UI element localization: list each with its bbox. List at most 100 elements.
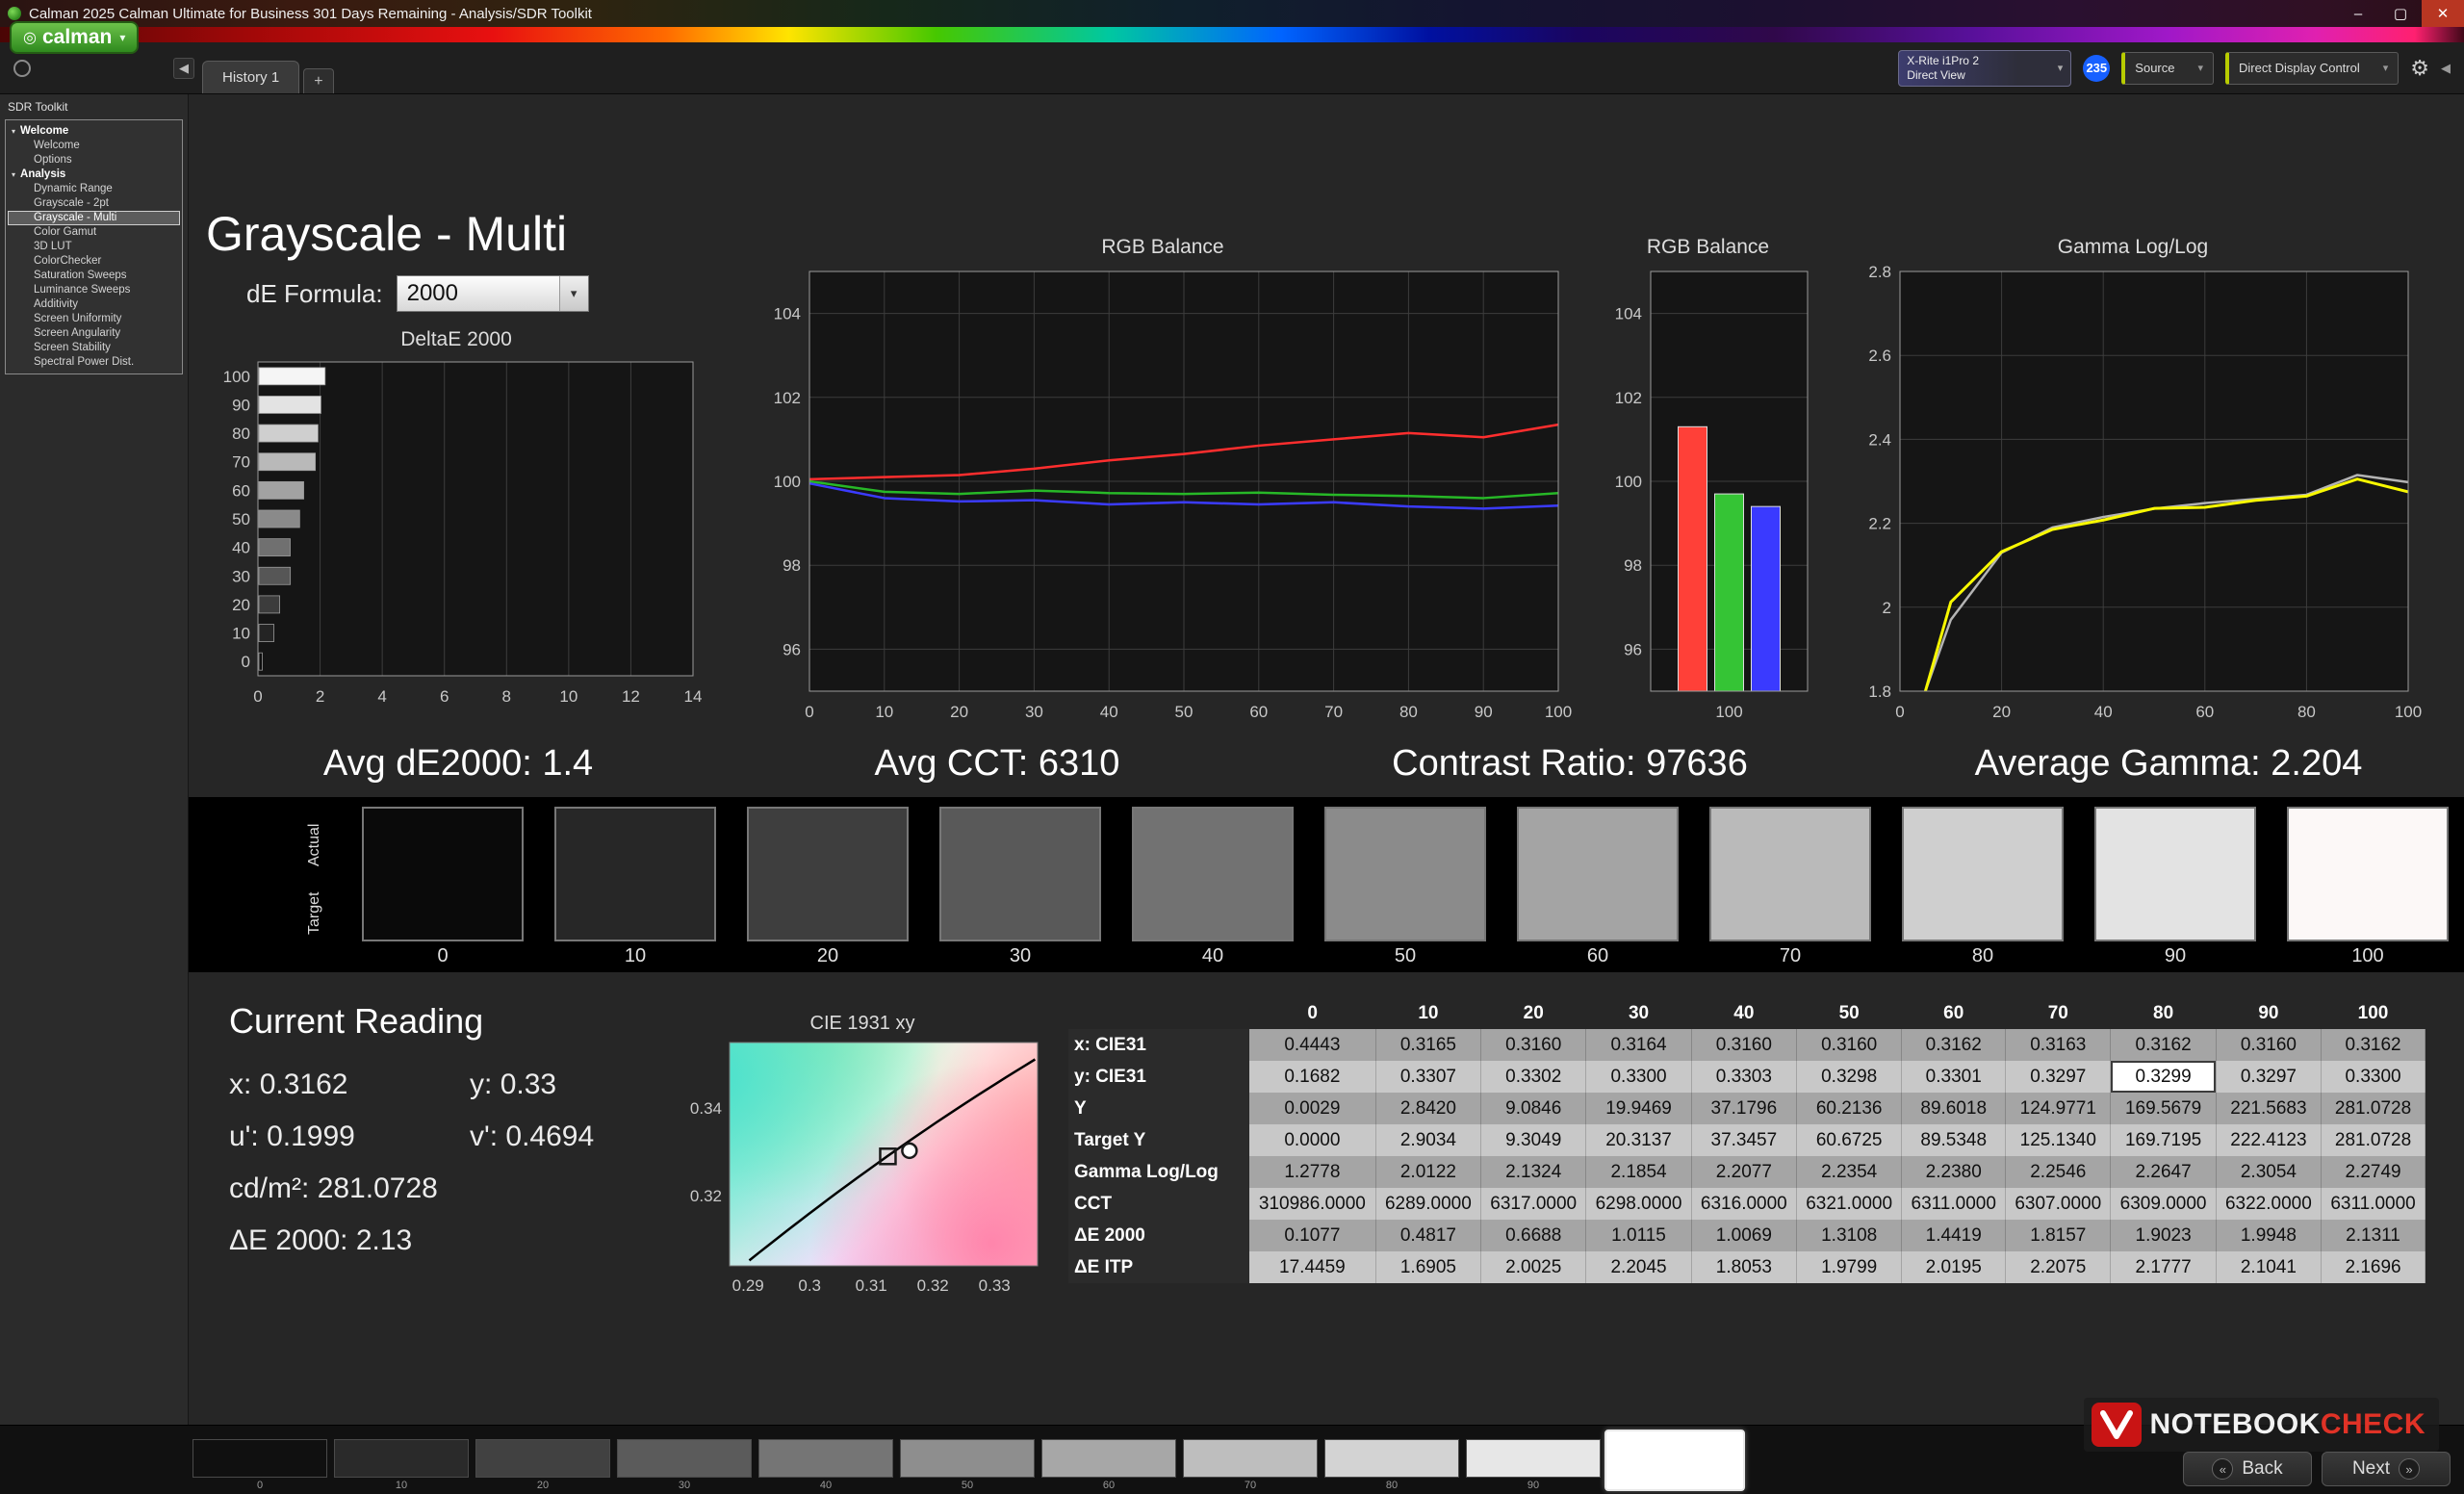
level-patch-90[interactable]: 90: [1466, 1439, 1601, 1491]
level-patch-100[interactable]: 100: [1607, 1439, 1742, 1491]
table-cell[interactable]: 0.3297: [2216, 1061, 2321, 1093]
table-cell[interactable]: 19.9469: [1586, 1093, 1691, 1124]
table-cell[interactable]: 1.3108: [1797, 1220, 1902, 1251]
table-cell[interactable]: 1.8157: [2006, 1220, 2111, 1251]
table-cell[interactable]: 6311.0000: [2322, 1188, 2426, 1220]
table-cell[interactable]: 2.1311: [2322, 1220, 2426, 1251]
table-cell[interactable]: 2.1777: [2111, 1251, 2216, 1283]
table-cell[interactable]: 169.7195: [2111, 1124, 2216, 1156]
table-cell[interactable]: 222.4123: [2216, 1124, 2321, 1156]
table-cell[interactable]: 17.4459: [1249, 1251, 1375, 1283]
workspace-circle-icon[interactable]: [13, 60, 31, 77]
de-formula-select[interactable]: 2000 ▾: [397, 275, 589, 312]
table-cell[interactable]: 281.0728: [2322, 1093, 2426, 1124]
table-cell[interactable]: 0.3160: [1797, 1029, 1902, 1061]
table-cell[interactable]: 1.9799: [1797, 1251, 1902, 1283]
sidebar-item-screen-stability[interactable]: Screen Stability: [8, 341, 180, 355]
table-cell[interactable]: 0.4443: [1249, 1029, 1375, 1061]
table-cell[interactable]: 0.3307: [1375, 1061, 1480, 1093]
meter-select-button[interactable]: X-Rite i1Pro 2 Direct View ▾: [1898, 50, 2071, 87]
table-cell[interactable]: 0.0000: [1249, 1124, 1375, 1156]
table-cell[interactable]: 2.1324: [1481, 1156, 1586, 1188]
source-select-button[interactable]: Source ▾: [2121, 52, 2214, 85]
level-patch-60[interactable]: 60: [1041, 1439, 1176, 1491]
table-cell[interactable]: 0.3162: [2322, 1029, 2426, 1061]
table-cell[interactable]: 2.3054: [2216, 1156, 2321, 1188]
table-cell[interactable]: 6311.0000: [1902, 1188, 2006, 1220]
table-cell[interactable]: 6321.0000: [1797, 1188, 1902, 1220]
table-cell[interactable]: 0.3162: [2111, 1029, 2216, 1061]
level-patch-50[interactable]: 50: [900, 1439, 1035, 1491]
level-patch-20[interactable]: 20: [475, 1439, 610, 1491]
table-cell[interactable]: 6298.0000: [1586, 1188, 1691, 1220]
table-cell[interactable]: 0.3164: [1586, 1029, 1691, 1061]
panel-collapse-icon[interactable]: ◀: [2441, 61, 2451, 76]
sidebar-item-screen-angularity[interactable]: Screen Angularity: [8, 326, 180, 341]
back-button[interactable]: « Back: [2183, 1452, 2312, 1486]
table-cell[interactable]: 281.0728: [2322, 1124, 2426, 1156]
table-cell[interactable]: 6309.0000: [2111, 1188, 2216, 1220]
table-cell[interactable]: 169.5679: [2111, 1093, 2216, 1124]
gear-icon[interactable]: ⚙: [2410, 56, 2429, 81]
table-cell[interactable]: 0.1682: [1249, 1061, 1375, 1093]
table-cell[interactable]: 6317.0000: [1481, 1188, 1586, 1220]
level-patch-40[interactable]: 40: [758, 1439, 893, 1491]
table-cell[interactable]: 89.6018: [1902, 1093, 2006, 1124]
table-cell[interactable]: 125.1340: [2006, 1124, 2111, 1156]
table-cell[interactable]: 1.0069: [1691, 1220, 1796, 1251]
table-cell[interactable]: 6322.0000: [2216, 1188, 2321, 1220]
table-cell[interactable]: 2.2077: [1691, 1156, 1796, 1188]
table-cell[interactable]: 2.0122: [1375, 1156, 1480, 1188]
sidebar-item-luminance-sweeps[interactable]: Luminance Sweeps: [8, 283, 180, 297]
table-cell[interactable]: 0.3300: [1586, 1061, 1691, 1093]
table-cell[interactable]: 89.5348: [1902, 1124, 2006, 1156]
table-cell[interactable]: 0.3160: [2216, 1029, 2321, 1061]
table-cell[interactable]: 2.2075: [2006, 1251, 2111, 1283]
sidebar-item-color-gamut[interactable]: Color Gamut: [8, 225, 180, 240]
table-cell[interactable]: 2.8420: [1375, 1093, 1480, 1124]
table-cell[interactable]: 2.1041: [2216, 1251, 2321, 1283]
next-button[interactable]: Next »: [2322, 1452, 2451, 1486]
table-cell[interactable]: 37.1796: [1691, 1093, 1796, 1124]
table-cell[interactable]: 2.2354: [1797, 1156, 1902, 1188]
level-patch-10[interactable]: 10: [334, 1439, 469, 1491]
table-cell[interactable]: 1.8053: [1691, 1251, 1796, 1283]
table-cell[interactable]: 6316.0000: [1691, 1188, 1796, 1220]
table-cell[interactable]: 1.6905: [1375, 1251, 1480, 1283]
table-cell[interactable]: 2.0025: [1481, 1251, 1586, 1283]
sidebar-item-3d-lut[interactable]: 3D LUT: [8, 240, 180, 254]
display-control-select-button[interactable]: Direct Display Control ▾: [2225, 52, 2399, 85]
sidebar-item-analysis[interactable]: ▾Analysis: [8, 167, 180, 182]
table-cell[interactable]: 6307.0000: [2006, 1188, 2111, 1220]
table-cell[interactable]: 1.9023: [2111, 1220, 2216, 1251]
table-cell[interactable]: 6289.0000: [1375, 1188, 1480, 1220]
table-cell[interactable]: 0.3163: [2006, 1029, 2111, 1061]
table-cell[interactable]: 124.9771: [2006, 1093, 2111, 1124]
level-patch-70[interactable]: 70: [1183, 1439, 1318, 1491]
minimize-button[interactable]: –: [2337, 0, 2379, 27]
table-cell[interactable]: 221.5683: [2216, 1093, 2321, 1124]
table-cell[interactable]: 1.9948: [2216, 1220, 2321, 1251]
table-cell[interactable]: 2.0195: [1902, 1251, 2006, 1283]
table-cell[interactable]: 1.0115: [1586, 1220, 1691, 1251]
table-cell[interactable]: 310986.0000: [1249, 1188, 1375, 1220]
sidebar-item-welcome[interactable]: ▾Welcome: [8, 124, 180, 139]
table-cell[interactable]: 1.4419: [1902, 1220, 2006, 1251]
table-cell[interactable]: 0.4817: [1375, 1220, 1480, 1251]
table-cell[interactable]: 2.2045: [1586, 1251, 1691, 1283]
calman-logo-button[interactable]: ◎ calman ▾: [10, 21, 139, 54]
sidebar-item-additivity[interactable]: Additivity: [8, 297, 180, 312]
table-cell[interactable]: 0.3165: [1375, 1029, 1480, 1061]
sidebar-item-grayscale-multi[interactable]: Grayscale - Multi: [8, 211, 180, 225]
level-patch-0[interactable]: 0: [192, 1439, 327, 1491]
table-cell[interactable]: 60.2136: [1797, 1093, 1902, 1124]
table-cell[interactable]: 0.3303: [1691, 1061, 1796, 1093]
table-cell[interactable]: 60.6725: [1797, 1124, 1902, 1156]
table-cell[interactable]: 2.2380: [1902, 1156, 2006, 1188]
level-patch-80[interactable]: 80: [1324, 1439, 1459, 1491]
table-cell[interactable]: 2.1696: [2322, 1251, 2426, 1283]
table-cell[interactable]: 9.0846: [1481, 1093, 1586, 1124]
table-cell[interactable]: 2.2749: [2322, 1156, 2426, 1188]
table-cell[interactable]: 37.3457: [1691, 1124, 1796, 1156]
table-cell[interactable]: 2.1854: [1586, 1156, 1691, 1188]
